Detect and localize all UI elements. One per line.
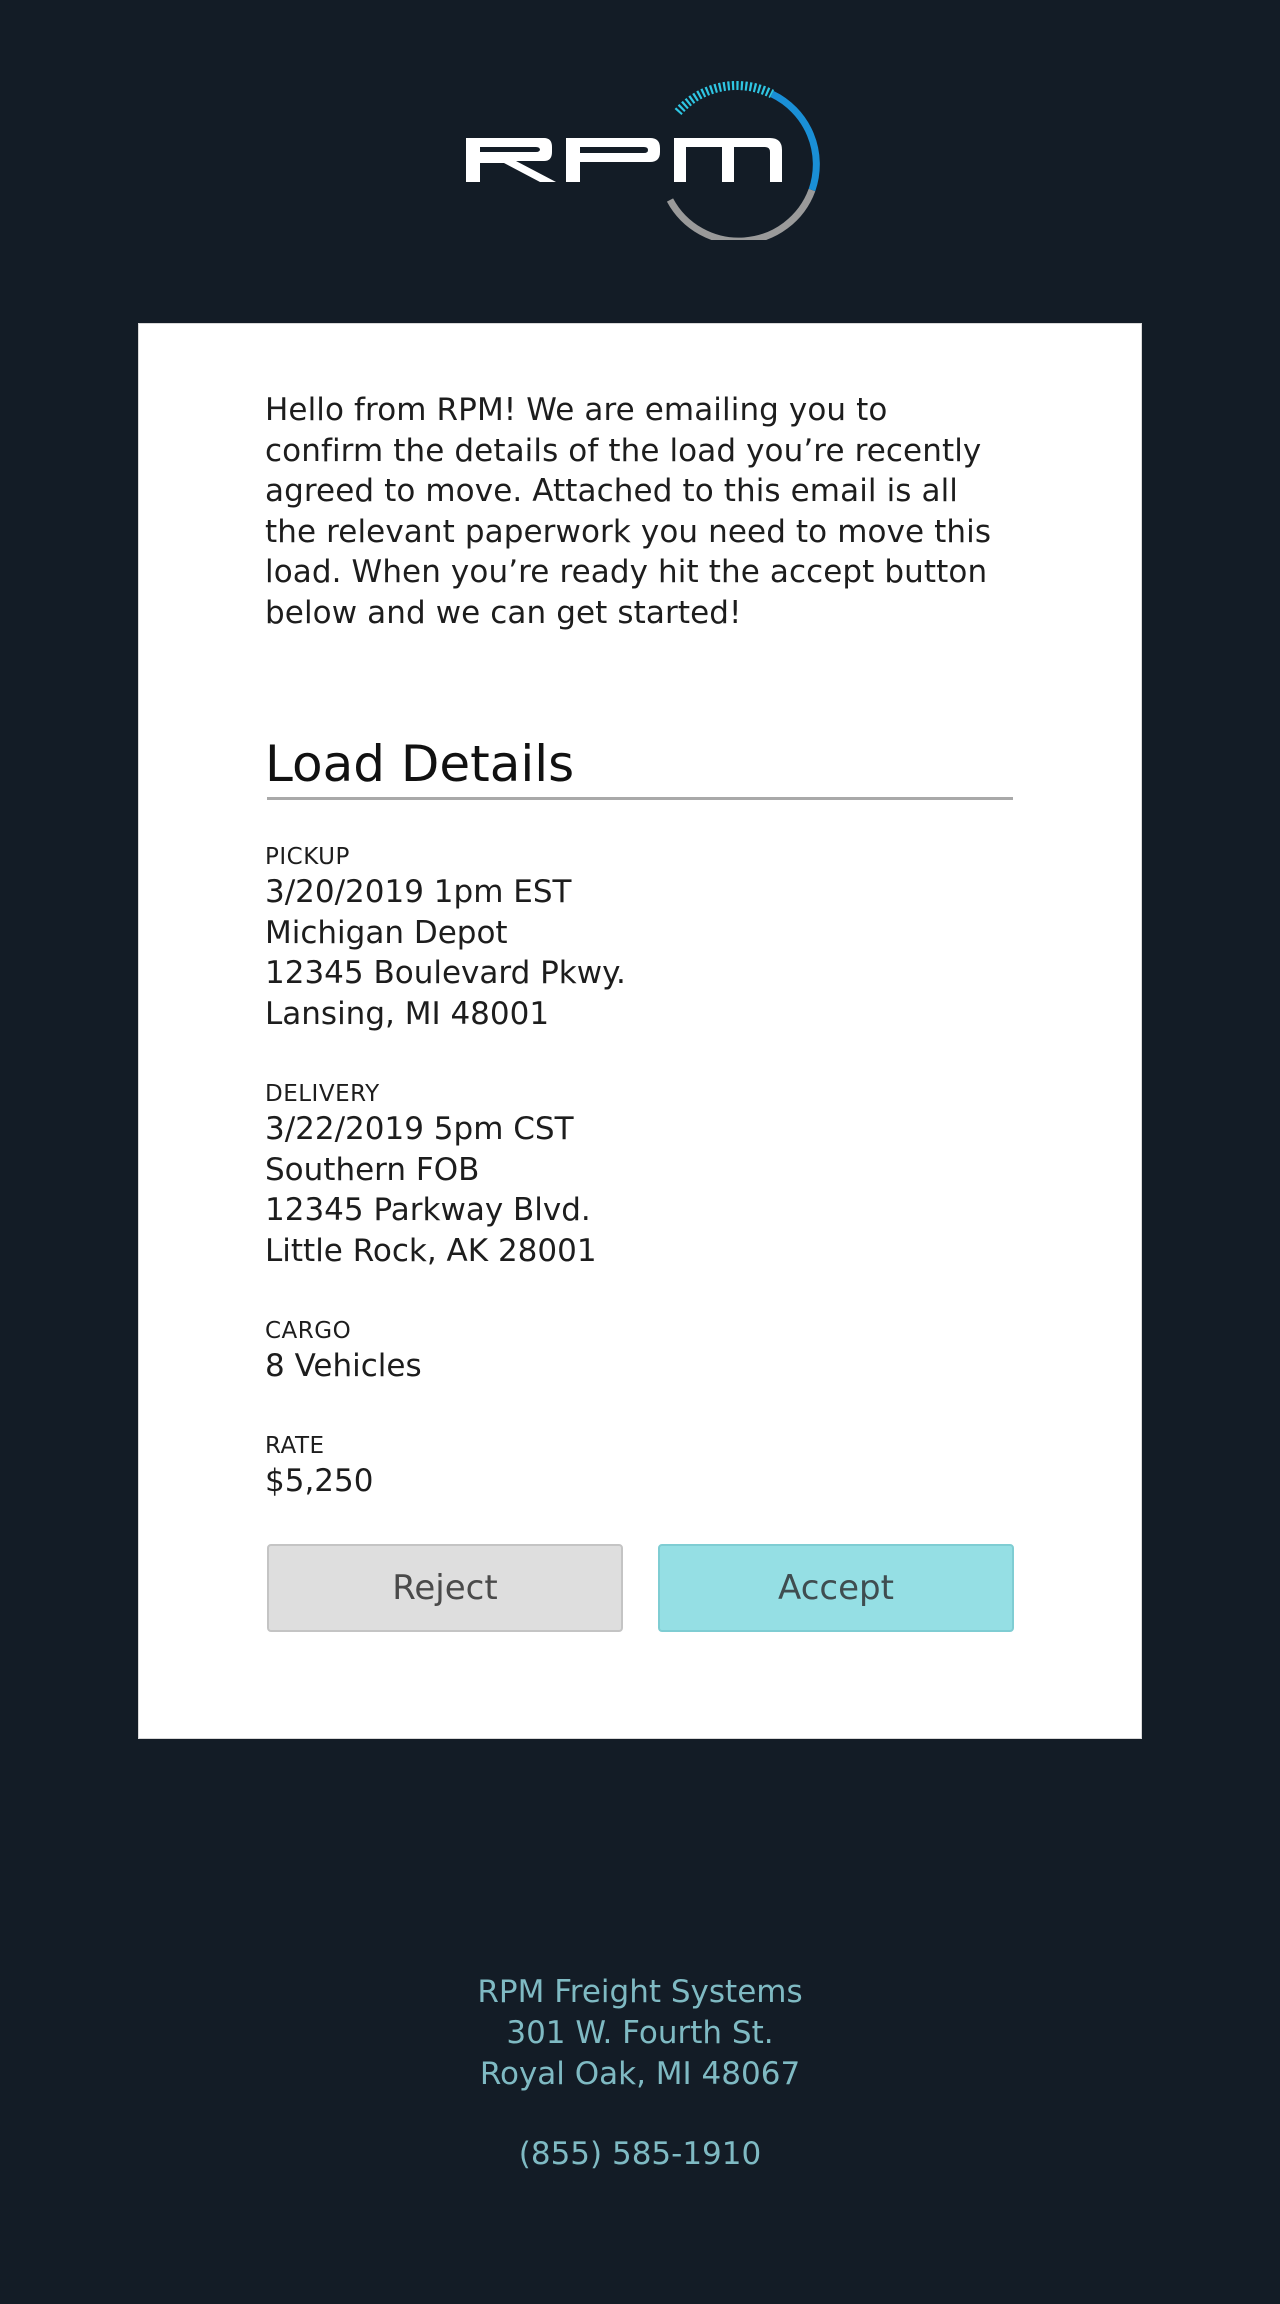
delivery-city: Little Rock, AK 28001 [265, 1232, 597, 1269]
delivery-label: DELIVERY [265, 1081, 380, 1107]
pickup-label: PICKUP [265, 844, 350, 870]
footer-company: RPM Freight Systems [477, 1974, 803, 2010]
cargo-section: CARGO 8 Vehicles [265, 1316, 965, 1387]
delivery-section: DELIVERY 3/22/2019 5pm CST Southern FOB … [265, 1079, 965, 1271]
section-divider [267, 797, 1013, 800]
pickup-location: Michigan Depot [265, 914, 508, 951]
pickup-street: 12345 Boulevard Pkwy. [265, 955, 626, 991]
rate-value: $5,250 [265, 1463, 374, 1499]
footer-phone[interactable]: (855) 585-1910 [0, 2134, 1280, 2175]
footer-city: Royal Oak, MI 48067 [479, 2056, 801, 2092]
delivery-location: Southern FOB [265, 1151, 480, 1188]
email-card: Hello from RPM! We are emailing you to c… [138, 323, 1142, 1739]
pickup-city: Lansing, MI 48001 [265, 995, 550, 1032]
rate-label: RATE [265, 1433, 325, 1459]
cargo-label: CARGO [265, 1318, 352, 1344]
reject-button[interactable]: Reject [267, 1544, 623, 1632]
delivery-street: 12345 Parkway Blvd. [265, 1192, 591, 1228]
intro-block: Hello from RPM! We are emailing you to c… [265, 390, 1015, 633]
rate-section: RATE $5,250 [265, 1431, 965, 1502]
action-buttons: Reject Accept [267, 1544, 1015, 1634]
pickup-datetime: 3/20/2019 1pm EST [265, 874, 572, 910]
accept-button[interactable]: Accept [658, 1544, 1014, 1632]
cargo-value: 8 Vehicles [265, 1348, 422, 1384]
pickup-section: PICKUP 3/20/2019 1pm EST Michigan Depot … [265, 842, 965, 1034]
rpm-logo [466, 81, 820, 240]
intro-text: Hello from RPM! We are emailing you to c… [265, 392, 992, 631]
section-title: Load Details [265, 735, 575, 793]
footer-street: 301 W. Fourth St. [506, 2015, 774, 2051]
footer: RPM Freight Systems 301 W. Fourth St. Ro… [0, 1972, 1280, 2175]
delivery-datetime: 3/22/2019 5pm CST [265, 1111, 574, 1147]
